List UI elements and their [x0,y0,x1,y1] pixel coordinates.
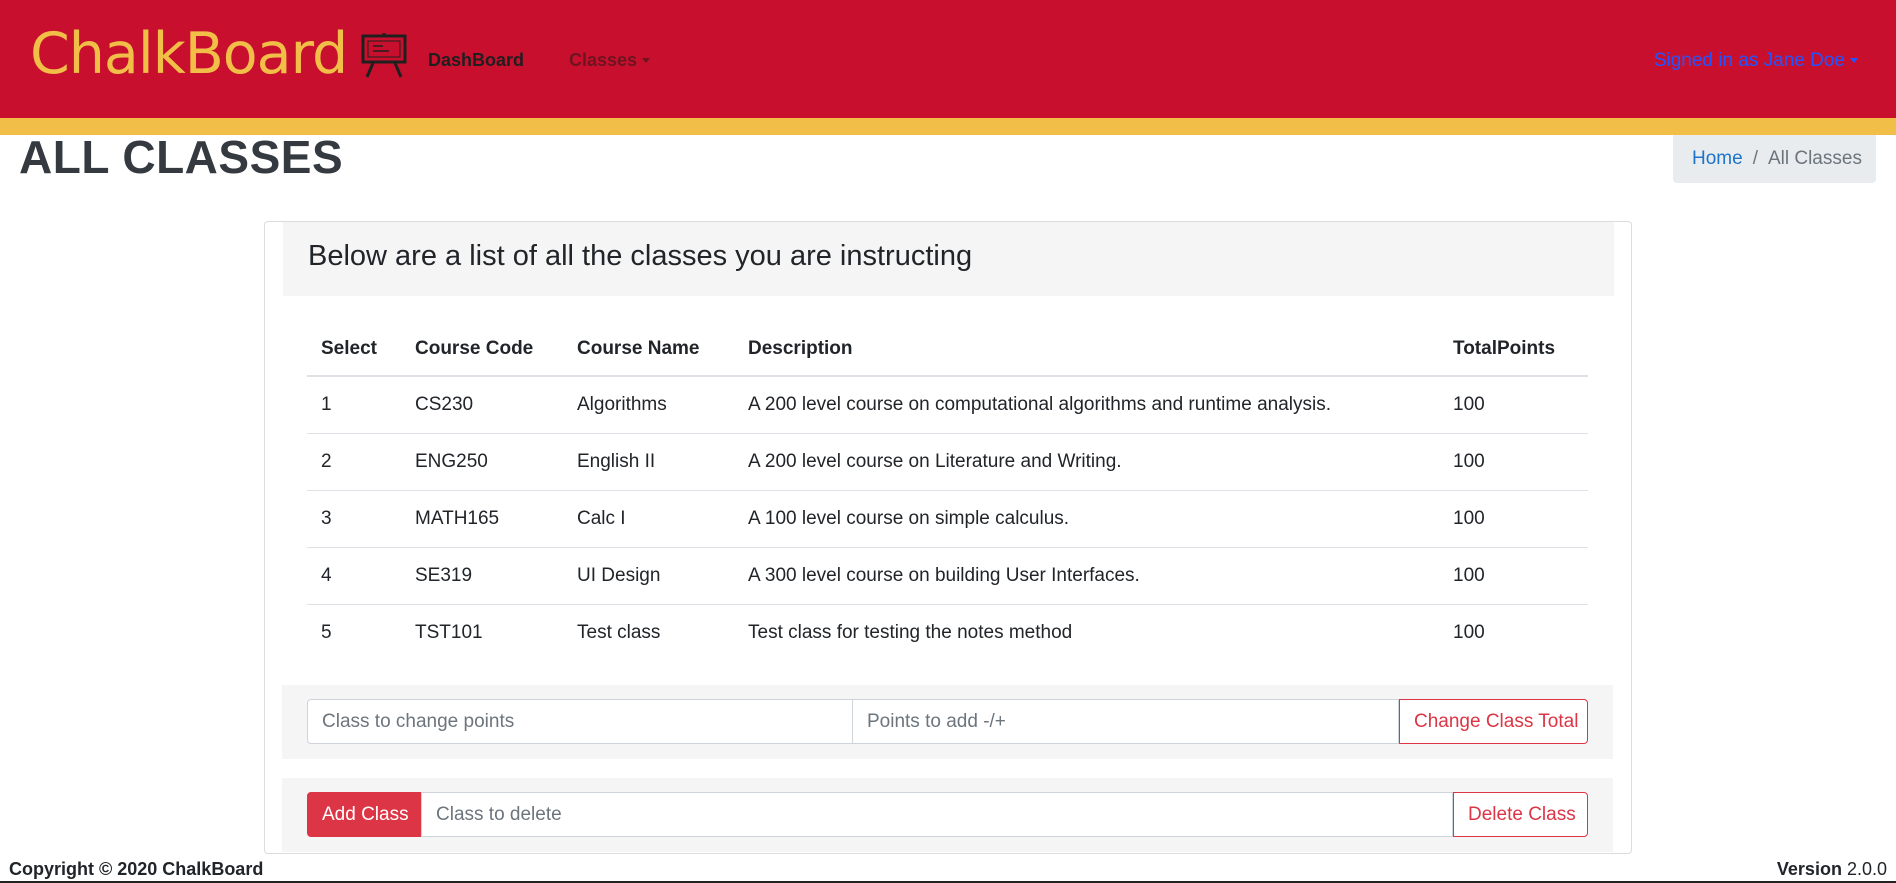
change-points-form: Change Class Total [282,685,1613,759]
footer-copyright: Copyright © 2020 ChalkBoard [9,859,264,879]
user-menu-label: Signed in as Jane Doe [1653,50,1845,71]
navbar: ChalkBoard DashBoard Classes Signed in a… [0,0,1896,118]
add-delete-input-group: Add Class Delete Class [307,792,1588,837]
class-to-delete-input[interactable] [421,792,1453,837]
cell-description: A 200 level course on Literature and Wri… [734,433,1439,491]
cell-course-code: ENG250 [401,433,563,491]
class-to-change-points-input[interactable] [307,699,853,744]
cell-description: A 200 level course on computational algo… [734,376,1439,434]
column-header-select: Select [307,322,401,377]
change-class-total-button[interactable]: Change Class Total [1399,699,1588,744]
cell-course-name: Algorithms [563,376,734,434]
classes-table-container: Select Course Code Course Name Descripti… [307,322,1588,661]
cell-description: A 100 level course on simple calculus. [734,490,1439,548]
caret-down-icon [642,58,651,63]
cell-course-name: Test class [577,621,661,643]
table-header-row: Select Course Code Course Name Descripti… [307,322,1588,377]
table-row[interactable]: 5 TST101 Test class Test class for testi… [307,604,1588,661]
column-header-course-name: Course Name [563,322,734,377]
cell-course-code: MATH165 [401,490,563,548]
cell-total-points: 100 [1439,376,1588,434]
brand-link[interactable]: ChalkBoard [30,26,407,83]
card-header: Below are a list of all the classes you … [283,222,1614,296]
table-row[interactable]: 3 MATH165 Calc I A 100 level course on s… [307,490,1588,548]
points-to-add-input[interactable] [853,699,1399,744]
cell-course-code: TST101 [415,621,483,643]
cell-total-points: 100 [1453,621,1485,643]
breadcrumb-current: All Classes [1767,148,1862,169]
cell-select: 2 [307,433,401,491]
change-points-input-group: Change Class Total [307,699,1588,744]
cell-select: 1 [307,376,401,434]
footer-version-label: Version [1776,859,1842,879]
cell-course-code: SE319 [401,547,563,605]
add-class-button[interactable]: Add Class [307,792,421,837]
breadcrumb-separator: / [1752,148,1758,169]
cell-course-code: CS230 [401,376,563,434]
delete-class-button[interactable]: Delete Class [1453,792,1588,837]
footer: Copyright © 2020 ChalkBoard Version 2.0.… [0,856,1896,883]
column-header-description: Description [734,322,1439,377]
cell-select: 5 [321,621,332,643]
cell-course-name: UI Design [563,547,734,605]
table-row[interactable]: 1 CS230 Algorithms A 200 level course on… [307,376,1588,434]
caret-down-icon [1850,58,1858,63]
breadcrumb: Home / All Classes [1673,135,1876,183]
breadcrumb-home-link[interactable]: Home [1692,148,1743,170]
page-title: ALL CLASSES [19,131,344,183]
cell-course-name: English II [563,433,734,491]
nav-dashboard-link[interactable]: DashBoard [428,50,524,71]
chalkboard-easel-icon [361,32,407,78]
nav-classes-dropdown[interactable]: Classes [569,50,651,71]
classes-table: Select Course Code Course Name Descripti… [307,322,1588,661]
footer-version-number: 2.0.0 [1846,859,1887,879]
cell-select: 4 [307,547,401,605]
brand-name: ChalkBoard [30,21,348,87]
card-header-title: Below are a list of all the classes you … [308,240,973,272]
column-header-total-points: TotalPoints [1439,322,1588,377]
cell-total-points: 100 [1439,433,1588,491]
cell-course-name: Calc I [563,490,734,548]
nav-classes-label: Classes [569,50,638,70]
column-header-course-code: Course Code [401,322,563,377]
user-menu-dropdown[interactable]: Signed in as Jane Doe [1654,50,1858,72]
cell-select: 3 [307,490,401,548]
cell-description: Test class for testing the notes method [748,621,1073,643]
table-row[interactable]: 4 SE319 UI Design A 300 level course on … [307,547,1588,605]
table-row[interactable]: 2 ENG250 English II A 200 level course o… [307,433,1588,491]
add-delete-class-form: Add Class Delete Class [282,778,1613,852]
cell-total-points: 100 [1439,547,1588,605]
cell-total-points: 100 [1439,490,1588,548]
cell-description: A 300 level course on building User Inte… [734,547,1439,605]
footer-version: Version 2.0.0 [1777,859,1887,880]
